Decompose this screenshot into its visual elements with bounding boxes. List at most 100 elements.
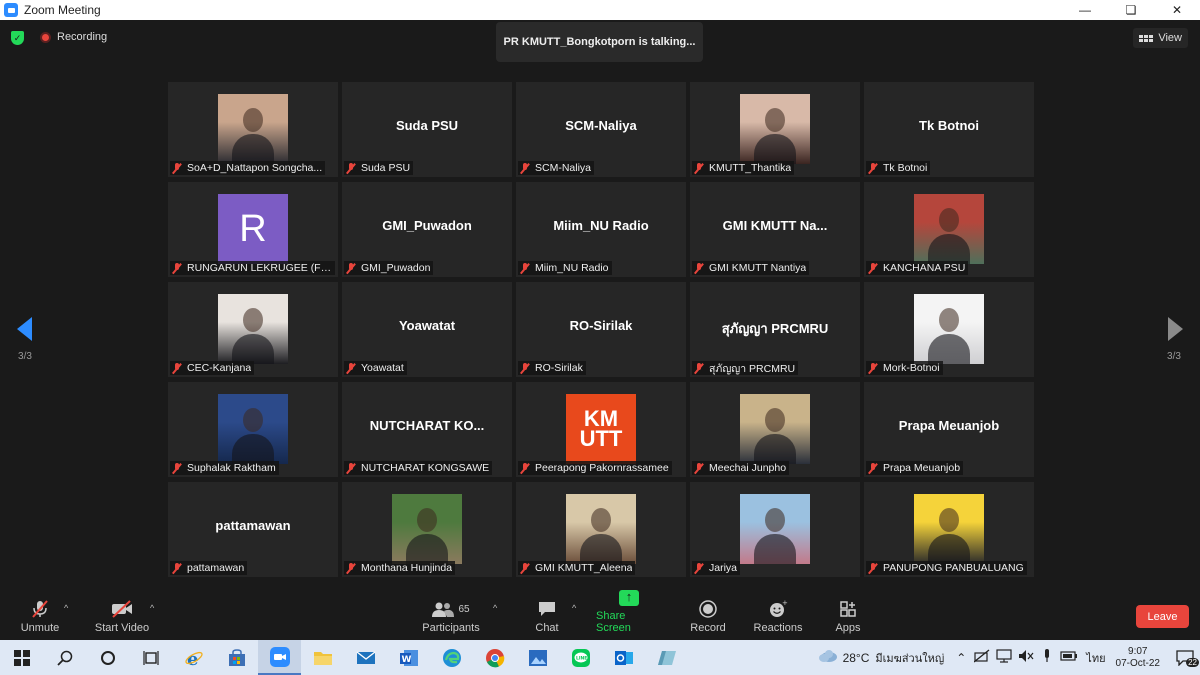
weather-location[interactable]: มีเมฆส่วนใหญ่ (875, 649, 944, 667)
leave-button[interactable]: Leave (1136, 605, 1189, 628)
edge-browser-icon (442, 648, 461, 667)
participant-tile[interactable]: KM UTT Peerapong Pakornrassamee (516, 382, 686, 477)
taskbar-mail[interactable] (344, 640, 387, 675)
taskbar-zoom[interactable] (258, 640, 301, 675)
participant-tile[interactable]: GMI KMUTT Na... GMI KMUTT Nantiya (690, 182, 860, 277)
participant-display-name: NUTCHARAT KO... (369, 418, 485, 433)
minimize-button[interactable]: — (1062, 0, 1108, 20)
microphone-icon[interactable] (1042, 649, 1052, 666)
participant-name-text: Monthana Hunjinda (361, 562, 453, 574)
participant-tile[interactable]: Jariya (690, 482, 860, 577)
participant-tile[interactable]: R RUNGARUN LEKRUGEE (FS... (168, 182, 338, 277)
windows-start-button[interactable] (0, 640, 43, 675)
notification-center-button[interactable]: 22 (1170, 649, 1200, 667)
video-options-caret-icon[interactable]: ^ (150, 603, 154, 613)
taskbar-chrome[interactable] (473, 640, 516, 675)
view-button[interactable]: View (1133, 28, 1188, 48)
taskbar-photos[interactable] (516, 640, 559, 675)
participant-tile[interactable]: Suphalak Raktham (168, 382, 338, 477)
reactions-button[interactable]: + Reactions (752, 597, 804, 640)
line-app-icon: LINE (571, 648, 590, 667)
record-icon (699, 600, 717, 618)
network-off-icon[interactable] (973, 649, 990, 666)
participant-tile[interactable]: Monthana Hunjinda (342, 482, 512, 577)
video-off-icon (110, 600, 134, 618)
svg-text:+: + (782, 600, 788, 607)
participant-display-name: Prapa Meuanjob (898, 418, 1000, 433)
participant-name-text: สุภัญญา PRCMRU (709, 362, 796, 375)
next-page-arrow-icon[interactable] (1168, 317, 1183, 341)
taskbar-file-explorer[interactable] (301, 640, 344, 675)
participant-tile[interactable]: Meechai Junpho (690, 382, 860, 477)
previous-page-arrow-icon[interactable] (17, 317, 32, 341)
participant-tile[interactable]: GMI_Puwadon GMI_Puwadon (342, 182, 512, 277)
taskbar-clock[interactable]: 9:07 07-Oct-22 (1116, 646, 1160, 670)
participant-tile[interactable]: PANUPONG PANBUALUANG (864, 482, 1034, 577)
participant-tile[interactable]: สุภัญญา PRCMRU สุภัญญา PRCMRU (690, 282, 860, 377)
taskbar-line[interactable]: LINE (559, 640, 602, 675)
participant-photo (740, 394, 810, 464)
participant-tile[interactable]: Yoawatat Yoawatat (342, 282, 512, 377)
start-video-button[interactable]: Start Video (92, 597, 152, 640)
recording-indicator[interactable]: Recording (40, 31, 107, 43)
unmute-button[interactable]: Unmute (18, 597, 62, 640)
input-language[interactable]: ไทย (1086, 649, 1105, 667)
participant-tile[interactable]: Prapa Meuanjob Prapa Meuanjob (864, 382, 1034, 477)
participant-tile[interactable]: Tk Botnoi Tk Botnoi (864, 82, 1034, 177)
taskbar-outlook[interactable] (602, 640, 645, 675)
show-hidden-icons-chevron-icon[interactable]: ⌃ (956, 651, 966, 665)
person-body-icon (928, 334, 970, 364)
participant-tile[interactable]: CEC-Kanjana (168, 282, 338, 377)
participant-tile[interactable]: SoA+D_Nattapon Songcha... (168, 82, 338, 177)
participants-button[interactable]: 65 Participants (420, 597, 482, 640)
participant-tile[interactable]: NUTCHARAT KO... NUTCHARAT KONGSAWE (342, 382, 512, 477)
chat-caret-icon[interactable]: ^ (572, 603, 576, 613)
security-shield-icon[interactable]: ✓ (11, 31, 24, 45)
close-button[interactable]: ✕ (1154, 0, 1200, 20)
person-silhouette-icon (765, 508, 785, 532)
participants-caret-icon[interactable]: ^ (493, 603, 497, 613)
chrome-browser-icon (485, 648, 504, 667)
task-view-button[interactable] (129, 640, 172, 675)
participant-tile[interactable]: Mork-Botnoi (864, 282, 1034, 377)
participant-tile[interactable]: Miim_NU Radio Miim_NU Radio (516, 182, 686, 277)
battery-charging-icon[interactable] (1060, 650, 1078, 665)
weather-temperature[interactable]: 28°C (843, 651, 870, 665)
participants-icon: 65 (432, 600, 470, 618)
participant-display-name: Yoawatat (398, 318, 456, 333)
participant-tile[interactable]: SCM-Naliya SCM-Naliya (516, 82, 686, 177)
cortana-button[interactable] (86, 640, 129, 675)
taskbar-word[interactable]: W (387, 640, 430, 675)
speaker-muted-icon[interactable] (1018, 649, 1034, 666)
participant-tile[interactable]: pattamawan pattamawan (168, 482, 338, 577)
participant-name-label: SoA+D_Nattapon Songcha... (170, 161, 326, 175)
participant-avatar: R (218, 194, 288, 264)
participant-photo (914, 294, 984, 364)
kmutt-logo: KM UTT (566, 394, 636, 464)
person-silhouette-icon (765, 408, 785, 432)
taskbar-edge[interactable] (430, 640, 473, 675)
chat-button[interactable]: Chat (530, 597, 564, 640)
participant-tile[interactable]: GMI KMUTT_Aleena (516, 482, 686, 577)
participant-tile[interactable]: RO-Sirilak RO-Sirilak (516, 282, 686, 377)
restore-button[interactable]: ❏ (1108, 0, 1154, 20)
window-titlebar: Zoom Meeting — ❏ ✕ (0, 0, 1200, 20)
display-icon[interactable] (996, 649, 1012, 666)
participant-tile[interactable]: KMUTT_Thantika (690, 82, 860, 177)
participant-display-name: สุภัญญา PRCMRU (721, 321, 829, 336)
apps-button[interactable]: Apps (832, 597, 864, 640)
audio-options-caret-icon[interactable]: ^ (64, 603, 68, 613)
search-button[interactable] (43, 640, 86, 675)
taskbar-ie[interactable]: e (172, 640, 215, 675)
participant-tile[interactable]: KANCHANA PSU (864, 182, 1034, 277)
participant-name-text: SoA+D_Nattapon Songcha... (187, 162, 323, 174)
share-screen-button[interactable]: Share Screen (596, 589, 662, 640)
taskbar-store[interactable] (215, 640, 258, 675)
participant-name-text: PANUPONG PANBUALUANG (883, 562, 1024, 574)
taskbar-notes[interactable] (645, 640, 688, 675)
participant-name-label: NUTCHARAT KONGSAWE (344, 461, 493, 475)
participant-tile[interactable]: Suda PSU Suda PSU (342, 82, 512, 177)
record-button[interactable]: Record (688, 597, 728, 640)
weather-cloud-icon[interactable] (817, 648, 839, 667)
chat-label: Chat (535, 622, 559, 634)
